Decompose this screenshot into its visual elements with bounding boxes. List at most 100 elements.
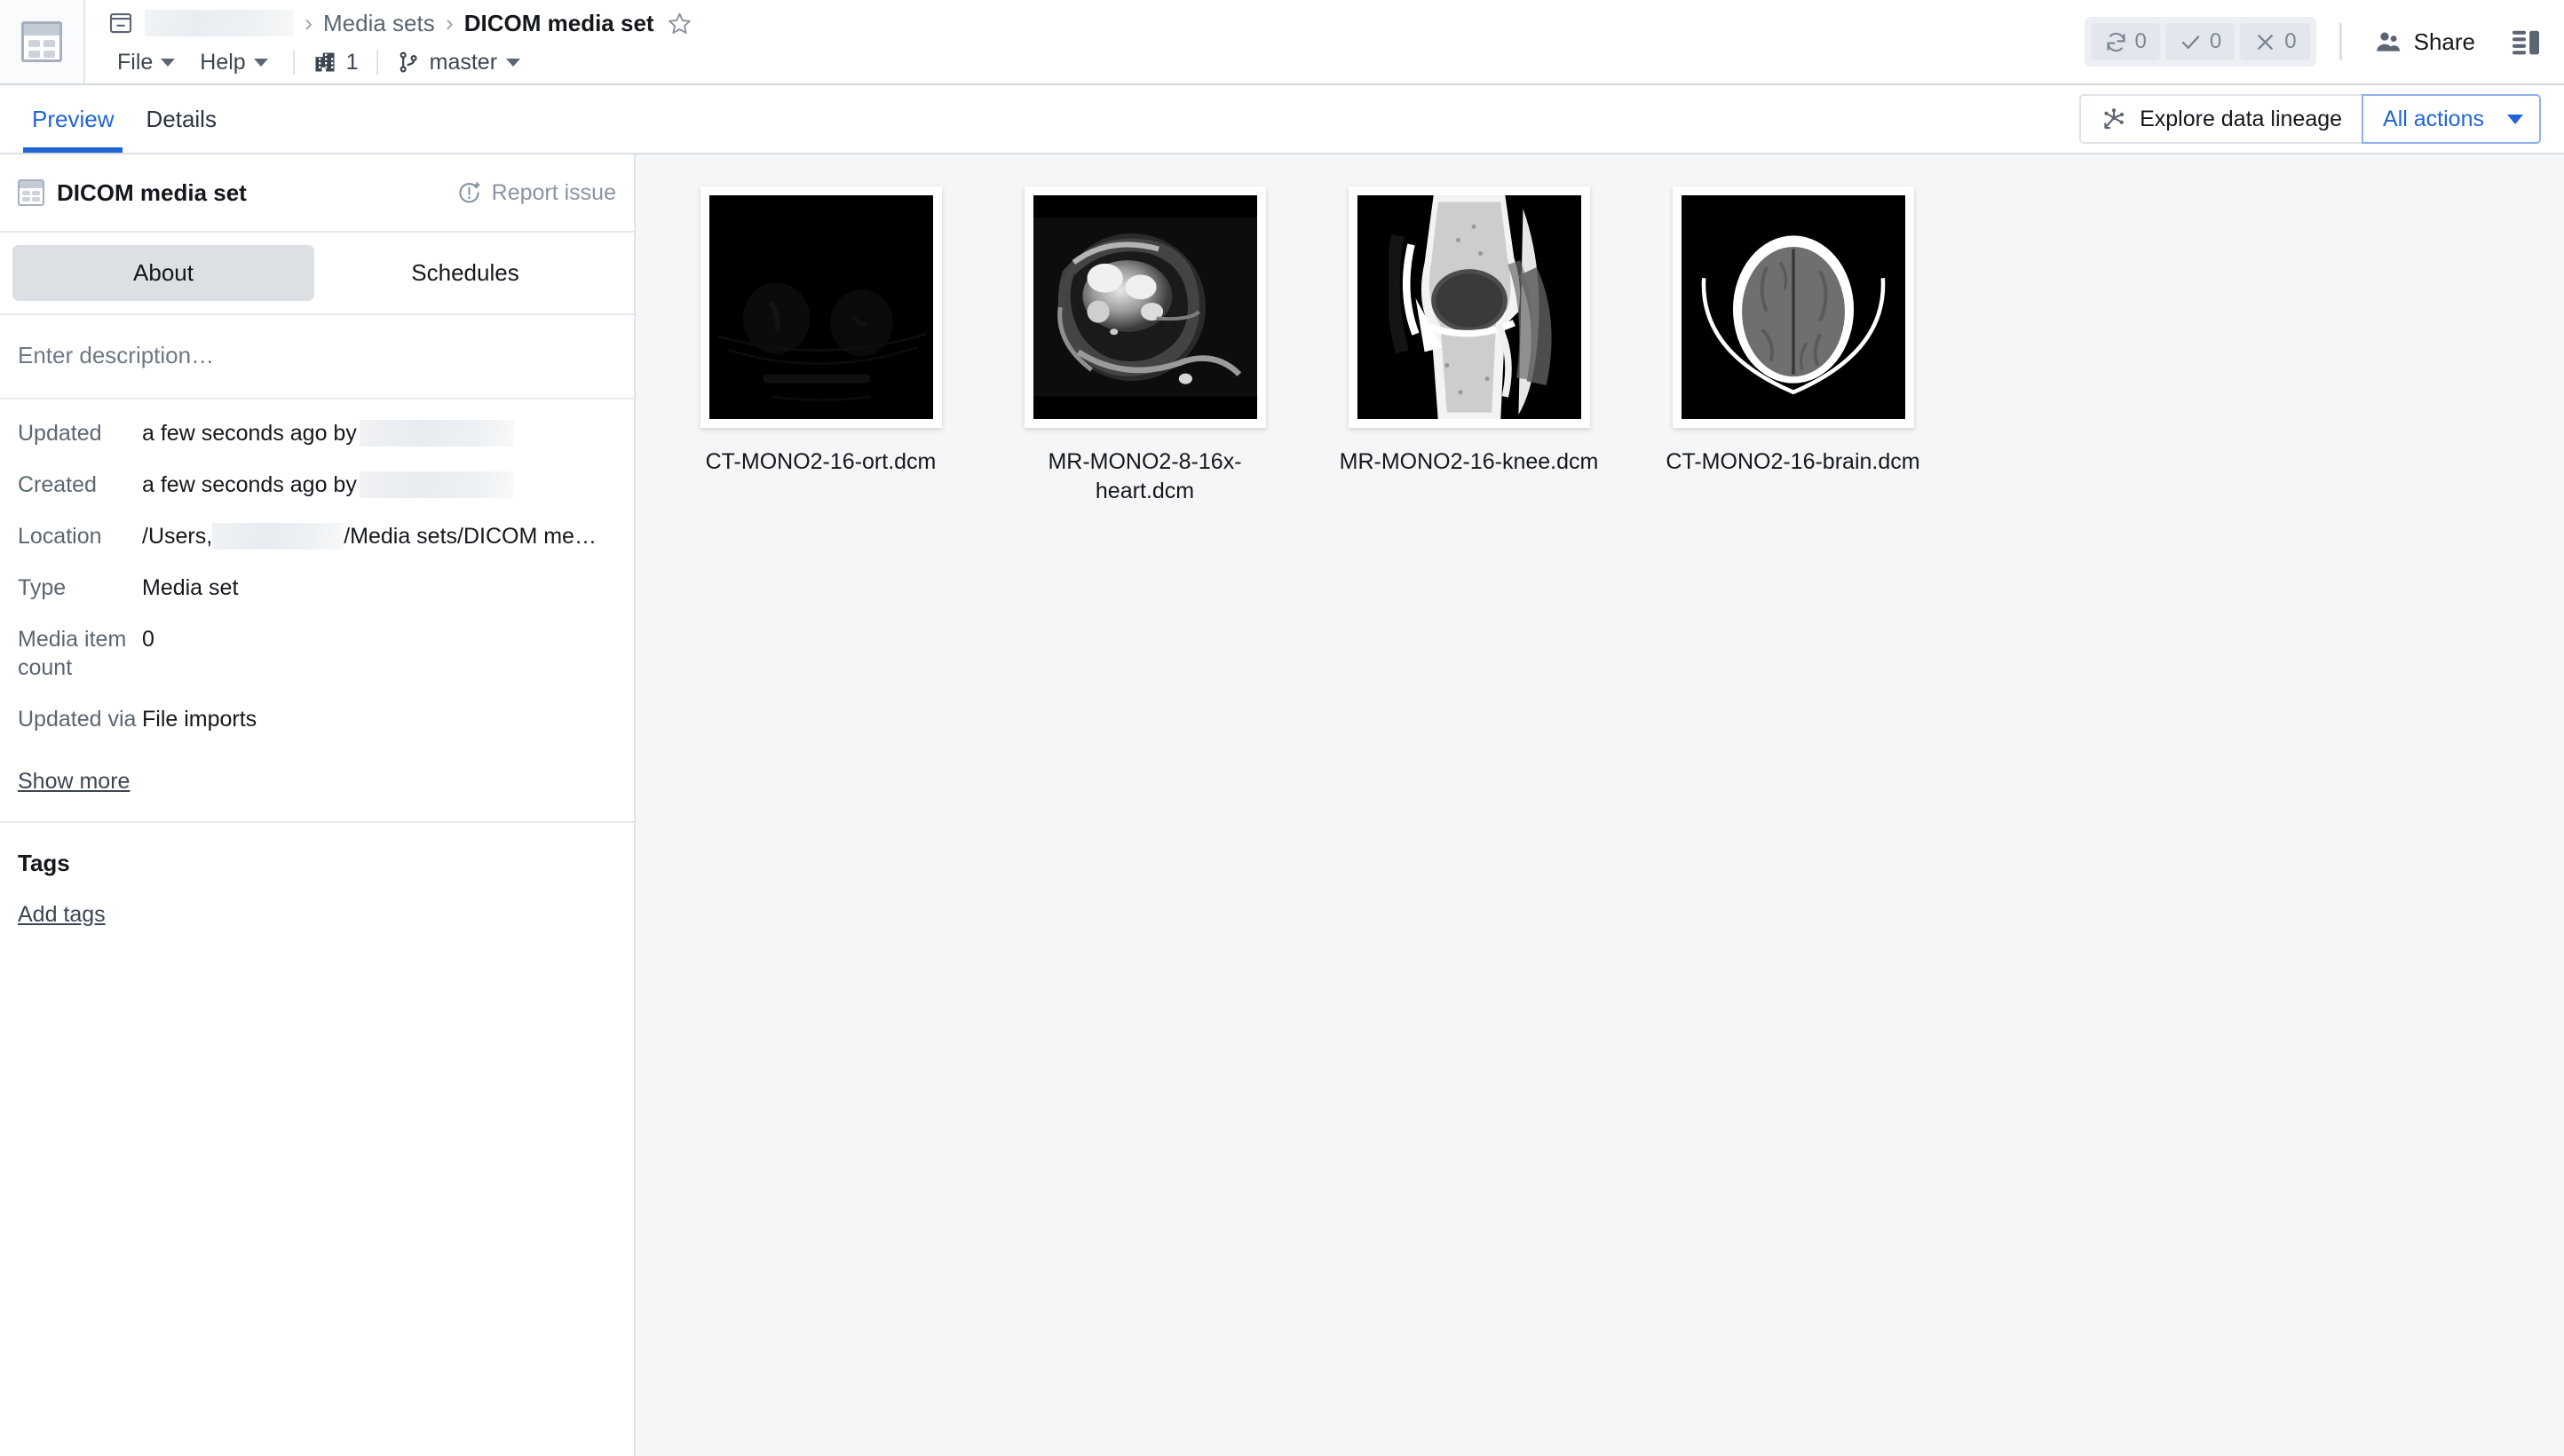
- sidebar-tab-about-label: About: [133, 259, 194, 286]
- metadata-value-text: a few seconds ago by: [142, 472, 357, 497]
- tab-details[interactable]: Details: [130, 85, 232, 153]
- thumbnail-frame: [1672, 186, 1914, 428]
- tab-preview[interactable]: Preview: [16, 85, 130, 153]
- menu-help[interactable]: Help: [187, 47, 280, 78]
- show-more-link[interactable]: Show more: [18, 769, 634, 795]
- redacted-user: [359, 471, 514, 498]
- git-branch-icon: [400, 51, 417, 73]
- add-tags-link[interactable]: Add tags: [18, 902, 106, 927]
- page-body: DICOM media set Report issue About Sched…: [0, 154, 2564, 1456]
- metadata-value: /Users, /Media sets/DICOM me…: [142, 522, 616, 550]
- media-set-icon: [21, 21, 62, 62]
- location-suffix: /Media sets/DICOM me…: [344, 524, 597, 549]
- media-item-card[interactable]: MR-MONO2-8-16x-heart.dcm: [983, 186, 1307, 506]
- share-button[interactable]: Share: [2365, 22, 2484, 61]
- location-prefix: /Users,: [142, 524, 213, 549]
- people-icon: [2376, 32, 2400, 51]
- sidebar-tab-about[interactable]: About: [12, 245, 314, 301]
- application-window: › Media sets › DICOM media set File Help: [0, 0, 2564, 1456]
- metadata-row-type: Type Media set: [18, 574, 616, 602]
- metadata-value-text: a few seconds ago by: [142, 421, 357, 446]
- metadata-row-updated-via: Updated via File imports: [18, 705, 616, 733]
- tab-details-label: Details: [146, 105, 217, 132]
- status-success[interactable]: 0: [2164, 23, 2236, 60]
- right-panel-toggle-icon[interactable]: [2511, 28, 2541, 55]
- status-sync-value: 0: [2134, 29, 2147, 53]
- breadcrumb-project-redacted[interactable]: [145, 10, 294, 36]
- thumbnail-frame: [1348, 186, 1590, 428]
- breadcrumb-item-media-sets[interactable]: Media sets: [323, 10, 435, 37]
- thumbnail-frame: [1024, 186, 1266, 428]
- star-outline-icon[interactable]: [667, 11, 692, 36]
- right-panel-toggle-glyph: [2513, 30, 2539, 55]
- media-grid: CT-MONO2-16-ort.dcm MR-MONO2-8-16x-heart…: [659, 186, 2564, 506]
- metadata-list: Updated a few seconds ago by Created a f…: [0, 400, 634, 765]
- media-item-card[interactable]: CT-MONO2-16-brain.dcm: [1631, 186, 1955, 506]
- metadata-value: File imports: [142, 707, 257, 732]
- all-actions-button[interactable]: All actions: [2362, 94, 2541, 144]
- thumbnail-frame: [700, 186, 942, 428]
- redacted-user-path: [212, 523, 344, 550]
- header-main: › Media sets › DICOM media set File Help: [85, 0, 2085, 83]
- page-tabs: Preview Details: [0, 85, 233, 153]
- metadata-row-location: Location /Users, /Media sets/DICOM me…: [18, 522, 616, 550]
- media-grid-area: CT-MONO2-16-ort.dcm MR-MONO2-8-16x-heart…: [636, 154, 2564, 1456]
- media-item-card[interactable]: CT-MONO2-16-ort.dcm: [659, 186, 983, 506]
- org-chip-value: 1: [345, 49, 359, 75]
- metadata-row-created: Created a few seconds ago by: [18, 471, 616, 499]
- media-item-label: CT-MONO2-16-ort.dcm: [705, 449, 937, 474]
- header-divider: [2338, 23, 2342, 60]
- org-chip[interactable]: 1: [307, 48, 364, 77]
- metadata-row-media-item-count: Media item count 0: [18, 625, 616, 682]
- archive-box-icon: [105, 10, 137, 36]
- menu-divider-2: [376, 50, 378, 75]
- sidebar-title-group: DICOM media set: [18, 179, 247, 207]
- status-failure[interactable]: 0: [2240, 23, 2310, 60]
- thumbnail-image-ct-brain: [1681, 195, 1905, 419]
- chevron-down-icon: [506, 58, 521, 67]
- status-failure-value: 0: [2284, 29, 2297, 53]
- metadata-key: Updated via: [18, 707, 137, 732]
- sidebar-tab-schedules-label: Schedules: [411, 259, 519, 286]
- lineage-graph-icon: [2104, 108, 2125, 130]
- menu-file[interactable]: File: [105, 47, 187, 78]
- chevron-down-icon: [253, 58, 268, 67]
- metadata-key: Type: [18, 575, 67, 600]
- app-launcher-button[interactable]: [0, 0, 85, 83]
- menu-file-label: File: [117, 49, 154, 75]
- branch-chip[interactable]: master: [391, 48, 526, 77]
- thumbnail-image-mr-knee: [1357, 195, 1581, 419]
- metadata-value: a few seconds ago by: [142, 471, 616, 499]
- breadcrumb: › Media sets › DICOM media set: [105, 3, 2085, 44]
- chevron-down-icon: [2507, 114, 2523, 124]
- thumbnail-image-ct-ort: [708, 195, 933, 419]
- redacted-user: [359, 420, 514, 447]
- metadata-row-updated: Updated a few seconds ago by: [18, 419, 616, 447]
- building-icon: [315, 52, 335, 72]
- breadcrumb-separator-1: ›: [305, 9, 313, 36]
- sync-icon: [2106, 32, 2125, 51]
- tab-preview-label: Preview: [32, 105, 115, 132]
- media-set-icon: [18, 179, 44, 206]
- metadata-value: 0: [142, 627, 154, 652]
- report-issue-icon: [458, 181, 480, 202]
- status-indicator-group: 0 0 0: [2084, 17, 2316, 67]
- report-issue-label: Report issue: [491, 179, 616, 205]
- report-issue-button[interactable]: Report issue: [456, 180, 616, 206]
- status-sync[interactable]: 0: [2090, 23, 2160, 60]
- sidebar-segmented-tabs: About Schedules: [0, 233, 634, 315]
- sidebar-header: DICOM media set Report issue: [0, 154, 634, 233]
- tags-heading: Tags: [18, 850, 70, 876]
- branch-chip-label: master: [429, 49, 498, 75]
- tags-section: Tags Add tags: [0, 821, 634, 928]
- media-item-card[interactable]: MR-MONO2-16-knee.dcm: [1307, 186, 1631, 506]
- sub-toolbar: Preview Details Explore data lineage All…: [0, 85, 2564, 154]
- metadata-key: Location: [18, 524, 102, 549]
- breadcrumb-item-current: DICOM media set: [463, 9, 654, 36]
- sidebar-tab-schedules[interactable]: Schedules: [314, 245, 616, 301]
- explore-data-lineage-button[interactable]: Explore data lineage: [2079, 94, 2362, 144]
- description-input[interactable]: Enter description…: [0, 315, 634, 400]
- close-icon: [2258, 34, 2274, 50]
- metadata-key: Updated: [18, 421, 102, 446]
- metadata-value: Media set: [142, 575, 239, 600]
